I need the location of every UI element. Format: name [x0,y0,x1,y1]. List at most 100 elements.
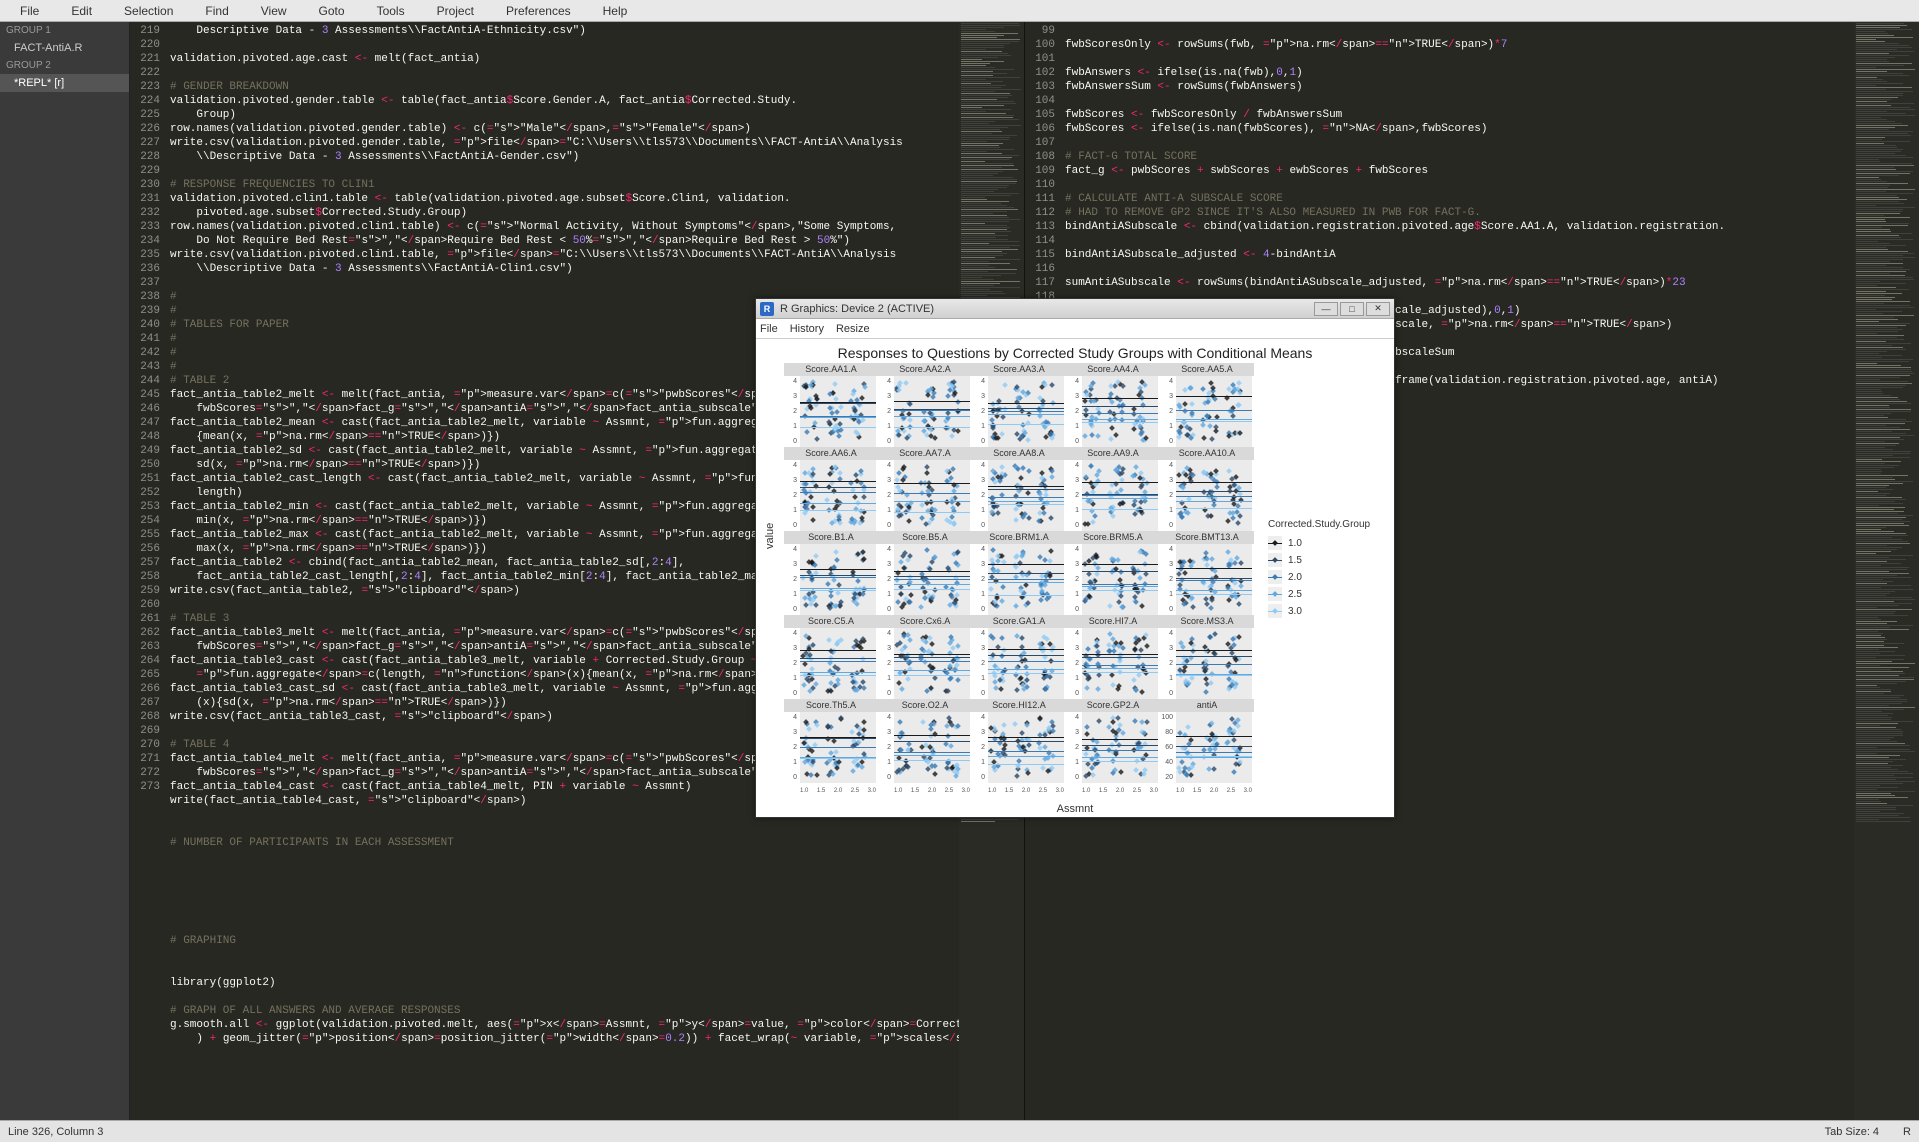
facet-Score.AA5.A: Score.AA5.A43210 [1160,363,1254,447]
r-window-titlebar[interactable]: R R Graphics: Device 2 (ACTIVE) — □ ✕ [756,299,1394,319]
r-menu-resize[interactable]: Resize [836,323,870,335]
facet-body [1082,628,1158,699]
facet-body [988,544,1064,615]
facet-body [988,712,1064,783]
facet-strip: Score.AA5.A [1160,363,1254,376]
facet-body [1176,544,1252,615]
r-app-icon: R [760,302,774,316]
facet-Score.AA8.A: Score.AA8.A43210 [972,447,1066,531]
facet-Score.BRM1.A: Score.BRM1.A43210 [972,531,1066,615]
r-menu-file[interactable]: File [760,323,778,335]
menu-tools[interactable]: Tools [361,2,421,20]
facet-strip: Score.Th5.A [784,699,878,712]
menubar: File Edit Selection Find View Goto Tools… [0,0,1919,22]
sidebar-file-2[interactable]: *REPL* [r] [0,74,129,92]
facet-body [800,628,876,699]
legend-label: 2.5 [1288,589,1302,600]
facet-body [988,376,1064,447]
menu-view[interactable]: View [245,2,303,20]
facet-Score.Th5.A: Score.Th5.A432101.01.52.02.53.0 [784,699,878,783]
facet-strip: Score.AA8.A [972,447,1066,460]
legend-item: 2.0 [1268,570,1388,584]
r-window-title: R Graphics: Device 2 (ACTIVE) [780,303,934,315]
facet-body [800,460,876,531]
facet-strip: Score.B1.A [784,531,878,544]
status-lang[interactable]: R [1903,1126,1911,1138]
minimap-right[interactable] [1854,22,1919,1120]
legend-label: 2.0 [1288,572,1302,583]
facet-strip: Score.GA1.A [972,615,1066,628]
facet-strip: Score.AA10.A [1160,447,1254,460]
menu-project[interactable]: Project [421,2,490,20]
menu-help[interactable]: Help [587,2,644,20]
facet-strip: antiA [1160,699,1254,712]
plot-title: Responses to Questions by Corrected Stud… [756,339,1394,363]
status-tabsize[interactable]: Tab Size: 4 [1825,1126,1879,1138]
facet-Score.AA4.A: Score.AA4.A43210 [1066,363,1160,447]
facet-strip: Score.B5.A [878,531,972,544]
sidebar-file-1[interactable]: FACT-AntiA.R [0,39,129,57]
menu-find[interactable]: Find [189,2,244,20]
facet-body [1082,712,1158,783]
facet-body [894,544,970,615]
facet-Score.GA1.A: Score.GA1.A43210 [972,615,1066,699]
facet-body [894,376,970,447]
r-window-menubar: File History Resize [756,319,1394,339]
facet-body [894,460,970,531]
facet-Score.HI7.A: Score.HI7.A43210 [1066,615,1160,699]
menu-file[interactable]: File [4,2,55,20]
menu-goto[interactable]: Goto [303,2,361,20]
legend-item: 1.0 [1268,536,1388,550]
facet-body [1176,460,1252,531]
facet-Score.BMT13.A: Score.BMT13.A43210 [1160,531,1254,615]
facet-strip: Score.AA2.A [878,363,972,376]
facet-strip: Score.BRM5.A [1066,531,1160,544]
window-close-button[interactable]: ✕ [1366,302,1390,316]
facet-Score.GP2.A: Score.GP2.A432101.01.52.02.53.0 [1066,699,1160,783]
facet-Score.AA3.A: Score.AA3.A43210 [972,363,1066,447]
plot-xlabel: Assmnt [1057,803,1094,815]
menu-edit[interactable]: Edit [55,2,108,20]
facet-antiA: antiA100806040201.01.52.02.53.0 [1160,699,1254,783]
facet-Score.AA10.A: Score.AA10.A43210 [1160,447,1254,531]
facet-strip: Score.O2.A [878,699,972,712]
facet-strip: Score.AA4.A [1066,363,1160,376]
menu-selection[interactable]: Selection [108,2,189,20]
plot-area: Responses to Questions by Corrected Stud… [756,339,1394,817]
status-cursor[interactable]: Line 326, Column 3 [8,1126,103,1138]
legend-item: 1.5 [1268,553,1388,567]
facet-body [894,712,970,783]
facet-Score.HI12.A: Score.HI12.A432101.01.52.02.53.0 [972,699,1066,783]
r-graphics-window[interactable]: R R Graphics: Device 2 (ACTIVE) — □ ✕ Fi… [755,298,1395,818]
facet-Score.Cx6.A: Score.Cx6.A43210 [878,615,972,699]
facet-strip: Score.Cx6.A [878,615,972,628]
facet-strip: Score.GP2.A [1066,699,1160,712]
facet-strip: Score.AA3.A [972,363,1066,376]
legend-swatch-icon [1268,553,1282,567]
r-menu-history[interactable]: History [790,323,824,335]
facet-Score.MS3.A: Score.MS3.A43210 [1160,615,1254,699]
facet-body [800,712,876,783]
facet-strip: Score.HI12.A [972,699,1066,712]
legend-swatch-icon [1268,587,1282,601]
facet-strip: Score.AA7.A [878,447,972,460]
legend-title: Corrected.Study.Group [1268,519,1388,530]
plot-legend: Corrected.Study.Group 1.0 1.5 2.0 2.5 3.0 [1268,519,1388,621]
facet-body [1176,628,1252,699]
facet-body [1082,544,1158,615]
facet-strip: Score.AA6.A [784,447,878,460]
facet-Score.AA7.A: Score.AA7.A43210 [878,447,972,531]
sidebar-group-2: GROUP 2 [0,57,129,74]
facet-Score.AA6.A: Score.AA6.A43210 [784,447,878,531]
facet-strip: Score.BRM1.A [972,531,1066,544]
facet-Score.B1.A: Score.B1.A43210 [784,531,878,615]
facet-strip: Score.MS3.A [1160,615,1254,628]
legend-item: 3.0 [1268,604,1388,618]
facet-strip: Score.AA9.A [1066,447,1160,460]
facet-Score.AA2.A: Score.AA2.A43210 [878,363,972,447]
statusbar: Line 326, Column 3 Tab Size: 4 R [0,1120,1919,1142]
facet-body [1082,376,1158,447]
menu-preferences[interactable]: Preferences [490,2,587,20]
window-max-button[interactable]: □ [1340,302,1364,316]
window-min-button[interactable]: — [1314,302,1338,316]
